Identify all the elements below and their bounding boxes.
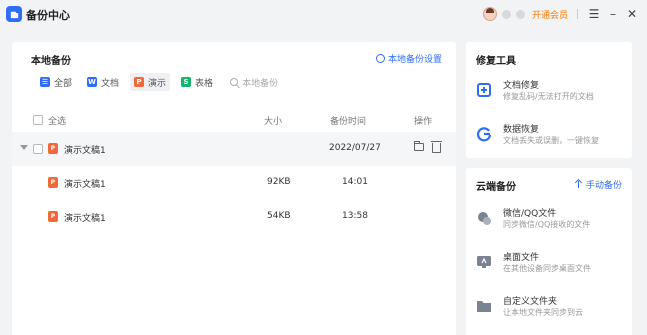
file-time: 14:01 (342, 177, 368, 187)
select-all-label: 全选 (48, 117, 67, 127)
data-recovery-icon (476, 126, 492, 142)
title-separator (577, 9, 578, 19)
file-size: 92KB (267, 177, 291, 187)
app-title: 备份中心 (26, 9, 70, 22)
desktop-icon (476, 254, 492, 270)
minimize-button[interactable]: – (606, 7, 620, 21)
group-checkbox[interactable] (33, 144, 43, 154)
doc-repair-desc: 修复乱码/无法打开的文档 (503, 92, 594, 101)
file-name: 演示文稿1 (64, 214, 106, 224)
filter-label: 演示 (148, 78, 167, 89)
upload-icon (575, 180, 583, 189)
column-size: 大小 (264, 117, 283, 127)
table-row[interactable]: P 演示文稿1 54KB 13:58 (12, 200, 456, 234)
table-row[interactable]: P 演示文稿1 92KB 14:01 (12, 166, 456, 200)
trash-icon[interactable] (431, 141, 442, 153)
row-operations (414, 141, 442, 153)
vip-badge-icon[interactable] (515, 9, 525, 19)
chat-files-title: 微信/QQ文件 (503, 209, 557, 219)
all-icon: ☰ (40, 77, 50, 87)
manual-backup-button[interactable]: 手动备份 (575, 178, 622, 191)
badge-icon[interactable] (501, 9, 511, 19)
doc-repair-icon (476, 82, 492, 98)
chevron-down-icon[interactable] (20, 145, 28, 150)
cloud-backup-panel: 云端备份 手动备份 微信/QQ文件 同步微信/QQ接收的文件 桌面文件 在其他设… (466, 168, 632, 335)
data-recovery-title: 数据恢复 (503, 125, 540, 135)
ppt-file-icon: P (48, 143, 58, 154)
gear-icon (375, 54, 385, 63)
data-recovery-item[interactable]: 数据恢复 文档丢失或误删，一键恢复 (476, 122, 626, 152)
folder-icon (476, 298, 492, 314)
filter-presentations[interactable]: P 演示 (130, 73, 171, 91)
group-row[interactable]: P 演示文稿1 2022/07/27 (12, 132, 456, 166)
filter-all[interactable]: ☰ 全部 (36, 73, 76, 91)
custom-folder-title: 自定义文件夹 (503, 297, 558, 307)
open-folder-icon[interactable] (414, 141, 424, 151)
filter-sheets[interactable]: S 表格 (177, 73, 217, 91)
doc-repair-item[interactable]: 文档修复 修复乱码/无法打开的文档 (476, 78, 626, 108)
repair-tools-title: 修复工具 (476, 56, 516, 67)
ppt-icon: P (134, 77, 145, 87)
vip-link[interactable]: 开通会员 (532, 8, 568, 21)
file-name: 演示文稿1 (64, 180, 106, 190)
cloud-backup-title: 云端备份 (476, 182, 516, 193)
table-header: 全选 大小 备份时间 操作 (12, 108, 456, 132)
word-icon: W (87, 77, 98, 87)
filter-docs[interactable]: W 文档 (83, 73, 123, 91)
ppt-file-icon: P (48, 177, 58, 188)
local-backup-settings-link[interactable]: 本地备份设置 (375, 52, 442, 65)
file-time: 13:58 (342, 211, 368, 221)
title-bar: 备份中心 开通会员 ☰ – ✕ (0, 0, 647, 30)
filter-label: 文档 (101, 78, 120, 89)
user-avatar[interactable] (482, 7, 497, 21)
filter-bar: ☰ 全部 W 文档 P 演示 S 表格 本地备份 (36, 72, 278, 92)
search-placeholder: 本地备份 (242, 78, 279, 89)
local-backup-title: 本地备份 (31, 56, 71, 67)
file-size: 54KB (267, 211, 291, 221)
menu-button[interactable]: ☰ (587, 7, 601, 21)
repair-tools-panel: 修复工具 文档修复 修复乱码/无法打开的文档 数据恢复 文档丢失或误删，一键恢复 (466, 42, 632, 158)
chat-files-icon (476, 210, 492, 226)
group-name: 演示文稿1 (64, 146, 106, 156)
group-date: 2022/07/27 (329, 143, 381, 153)
filter-label: 全部 (54, 78, 73, 89)
select-all-checkbox[interactable] (33, 115, 43, 125)
manual-backup-label: 手动备份 (585, 181, 622, 191)
excel-icon: S (181, 77, 192, 87)
column-operations: 操作 (414, 117, 433, 127)
search-icon (230, 78, 239, 86)
filter-label: 表格 (195, 78, 214, 89)
desktop-files-desc: 在其他设备同步桌面文件 (503, 264, 591, 273)
doc-repair-title: 文档修复 (503, 81, 540, 91)
close-button[interactable]: ✕ (625, 7, 639, 21)
chat-files-desc: 同步微信/QQ接收的文件 (503, 220, 591, 229)
search-input[interactable]: 本地备份 (230, 76, 278, 89)
column-backup-time: 备份时间 (330, 117, 367, 127)
app-logo-icon (6, 6, 22, 22)
ppt-file-icon: P (48, 211, 58, 222)
settings-label: 本地备份设置 (387, 55, 442, 65)
data-recovery-desc: 文档丢失或误删，一键恢复 (503, 136, 599, 145)
custom-folder-item[interactable]: 自定义文件夹 让本地文件夹同步到云 (476, 294, 626, 324)
custom-folder-desc: 让本地文件夹同步到云 (503, 308, 583, 317)
local-backup-panel: 本地备份 本地备份设置 ☰ 全部 W 文档 P 演示 S 表格 本地备份 全选 … (12, 42, 456, 335)
desktop-files-item[interactable]: 桌面文件 在其他设备同步桌面文件 (476, 250, 626, 280)
chat-files-item[interactable]: 微信/QQ文件 同步微信/QQ接收的文件 (476, 206, 626, 236)
desktop-files-title: 桌面文件 (503, 253, 540, 263)
